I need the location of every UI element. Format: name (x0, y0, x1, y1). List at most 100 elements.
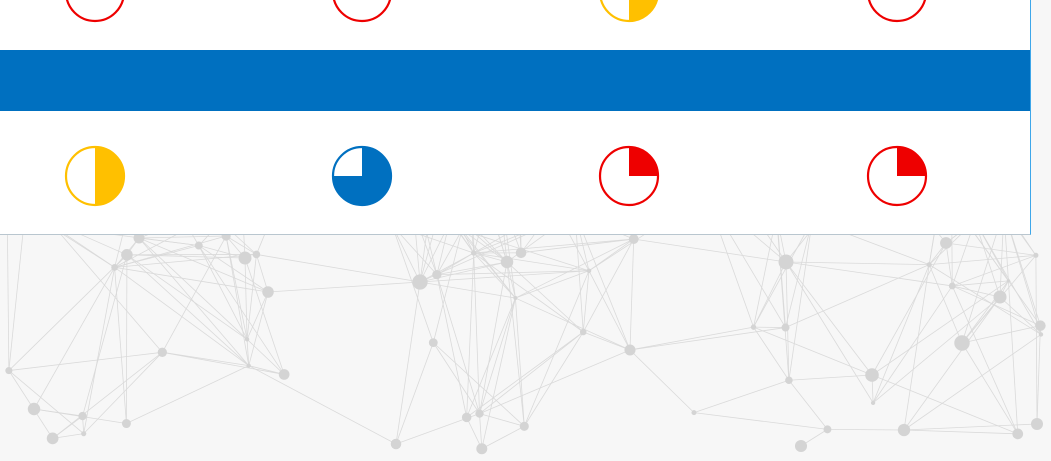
harvey-ball-icon (865, 144, 929, 208)
network-line (479, 331, 584, 414)
network-line (82, 254, 128, 417)
network-node (252, 250, 261, 259)
network-node (471, 250, 477, 256)
network-line (138, 237, 248, 340)
network-node (461, 412, 472, 423)
harvey-ball-icon (597, 0, 661, 24)
harvey-ball-icon (63, 0, 127, 24)
network-line (481, 425, 525, 450)
harvey-ball-icon (63, 144, 127, 208)
network-line (436, 229, 463, 275)
network-node (519, 421, 529, 431)
network-line (8, 351, 163, 371)
network-node (781, 323, 790, 332)
network-node (1035, 320, 1046, 331)
network-line (1035, 255, 1038, 425)
network-line (753, 326, 790, 381)
network-node (476, 443, 488, 455)
network-node (27, 402, 41, 416)
network-node (794, 439, 808, 453)
network-node (238, 251, 252, 265)
network-line (753, 261, 787, 328)
network-line (248, 365, 397, 445)
network-line (999, 296, 1042, 335)
network-node (475, 409, 484, 418)
network-node (948, 282, 956, 290)
network-line (945, 242, 953, 286)
network-node (750, 324, 757, 330)
network-node (78, 411, 87, 421)
network-line (6, 223, 10, 371)
network-node (1012, 428, 1024, 440)
network-line (395, 281, 421, 445)
rating-panel (0, 0, 1031, 235)
network-line (903, 429, 1018, 435)
network-node (628, 234, 639, 244)
network-line (785, 261, 930, 266)
network-node (412, 274, 428, 290)
network-line (432, 342, 480, 414)
network-line (8, 370, 84, 434)
blue-header-band (0, 50, 1030, 111)
harvey-ball-icon (865, 0, 929, 24)
network-line (827, 428, 905, 431)
network-node (579, 328, 587, 336)
network-node (428, 338, 438, 348)
network-line (1008, 280, 1019, 434)
network-line (436, 274, 468, 418)
network-node (111, 263, 118, 271)
network-node (865, 368, 879, 382)
network-line (256, 254, 269, 293)
network-line (629, 349, 695, 413)
network-line (225, 235, 257, 255)
top-row (0, 0, 1030, 50)
network-node (500, 255, 514, 269)
network-line (629, 239, 635, 351)
network-line (244, 257, 248, 340)
network-node (81, 431, 87, 437)
network-line (788, 374, 873, 381)
network-line (126, 254, 128, 424)
network-node (940, 237, 952, 249)
network-line (138, 237, 250, 366)
network-line (523, 270, 590, 427)
network-line (395, 342, 434, 445)
network-node (5, 367, 13, 375)
network-node (121, 419, 131, 429)
network-line (629, 326, 754, 351)
network-line (162, 351, 285, 375)
network-node (278, 369, 290, 380)
network-node (1038, 332, 1044, 337)
network-line (126, 254, 248, 340)
network-line (788, 380, 828, 430)
network-node (785, 376, 793, 385)
network-line (436, 274, 480, 414)
network-line (903, 296, 1001, 431)
bottom-row (0, 111, 1030, 234)
harvey-ball-icon (597, 144, 661, 208)
network-line (506, 261, 525, 427)
network-line (1036, 325, 1041, 425)
network-node (121, 249, 133, 261)
network-line (903, 264, 930, 431)
network-node (691, 410, 697, 416)
network-node (624, 344, 636, 356)
network-node (157, 347, 167, 357)
network-line (583, 331, 631, 351)
network-line (693, 379, 790, 413)
network-node (246, 363, 251, 368)
network-node (586, 268, 592, 274)
network-line (928, 264, 963, 344)
network-node (432, 269, 442, 280)
network-line (256, 254, 421, 283)
network-node (244, 337, 250, 342)
network-node (778, 254, 794, 270)
network-line (693, 412, 828, 430)
network-node (993, 290, 1007, 304)
network-node (46, 432, 59, 445)
network-node (926, 262, 932, 268)
network-line (466, 252, 475, 418)
network-node (194, 241, 203, 250)
network-line (161, 235, 227, 353)
network-line (473, 252, 480, 414)
